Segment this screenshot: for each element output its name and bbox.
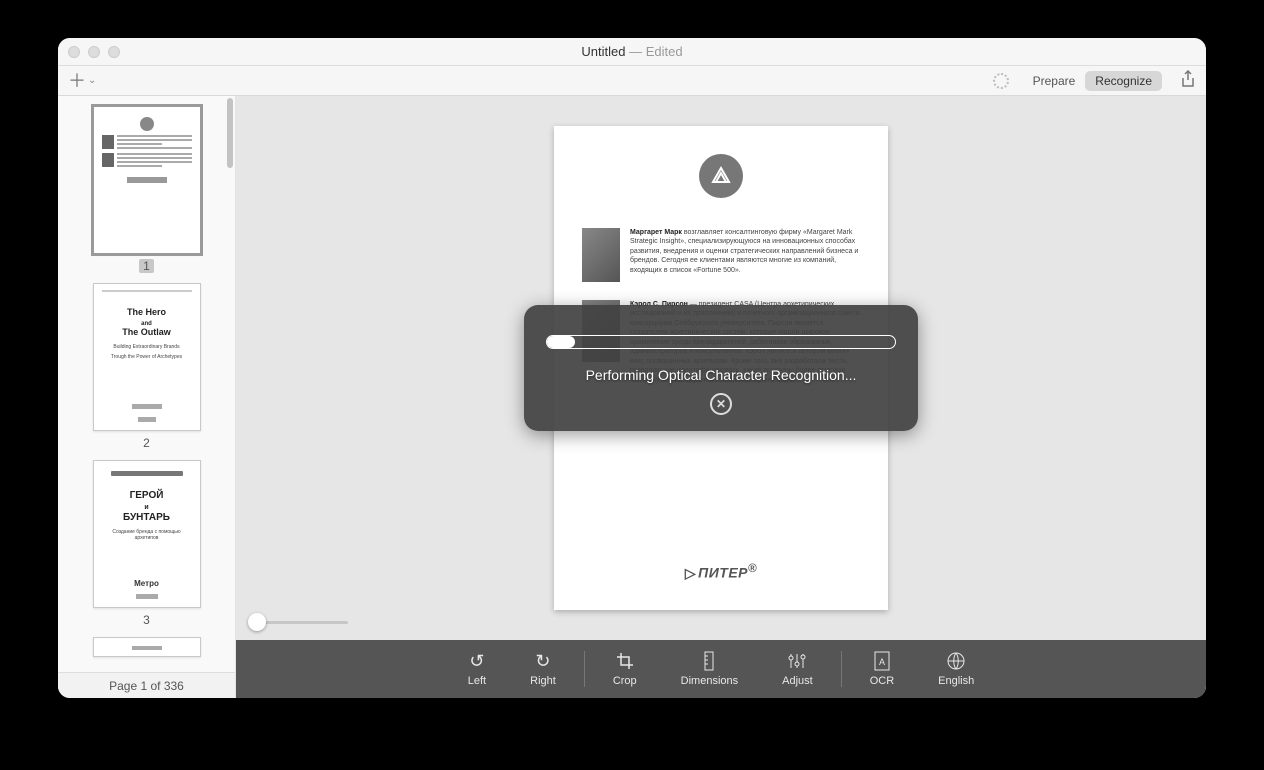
zoom-knob[interactable] [248,613,266,631]
close-icon: ✕ [716,397,726,411]
author-bio-text: Маргарет Марк возглавляет консалтинговую… [630,228,860,282]
thumbnail-page-number: 3 [139,613,154,627]
thumbnail-preview [93,106,201,254]
globe-icon [946,651,966,671]
thumbnail-preview: ГЕРОЙиБУНТАРЬ Создание бренда с помощью … [93,460,201,608]
editing-toolbar: ↺ Left ↻ Right Crop Dimensions [236,640,1206,698]
add-page-menu[interactable]: ＋ ⌄ [68,72,96,90]
mode-segmented-control: Prepare Recognize [1023,71,1162,91]
main-area: 1 The HeroandThe Outlaw Building Extraor… [58,96,1206,698]
plus-icon: ＋ [68,72,86,90]
document-status-sep: — [625,44,645,59]
page-thumbnail-4[interactable] [58,637,235,657]
publisher-wordmark: ПИТЕР® [685,562,757,582]
canvas[interactable]: Маргарет Марк возглавляет консалтинговую… [236,96,1206,640]
toolbar-divider [584,651,585,687]
page-thumbnail-2[interactable]: The HeroandThe Outlaw Building Extraordi… [58,283,235,450]
thumbnail-page-number: 2 [139,436,154,450]
document-title: Untitled [581,44,625,59]
toolbar: ＋ ⌄ Prepare Recognize [58,66,1206,96]
toolbar-divider [841,651,842,687]
rotate-left-icon: ↺ [469,651,484,671]
rotate-right-button[interactable]: ↻ Right [508,645,578,693]
progress-bar [546,335,896,349]
document-viewport: Маргарет Марк возглавляет консалтинговую… [236,96,1206,698]
publisher-logo-icon [699,154,743,198]
progress-fill [547,336,575,348]
share-button[interactable] [1180,70,1196,91]
rotate-left-button[interactable]: ↺ Left [446,645,508,693]
author-photo [582,228,620,282]
ocr-progress-dialog: Performing Optical Character Recognition… [524,305,918,431]
zoom-slider[interactable] [248,616,348,628]
adjust-button[interactable]: Adjust [760,645,835,693]
progress-message: Performing Optical Character Recognition… [586,367,857,383]
page-indicator: Page 1 of 336 [58,672,235,698]
minimize-window-button[interactable] [88,46,100,58]
titlebar: Untitled — Edited [58,38,1206,66]
recognize-mode-button[interactable]: Recognize [1085,71,1162,91]
ocr-button[interactable]: A OCR [848,645,916,693]
sliders-icon [787,651,807,671]
activity-spinner-icon [993,73,1009,89]
cancel-ocr-button[interactable]: ✕ [710,393,732,415]
dimensions-button[interactable]: Dimensions [659,645,760,693]
thumbnail-preview [93,637,201,657]
author-bio-1: Маргарет Марк возглавляет консалтинговую… [582,228,860,282]
thumbnails-list[interactable]: 1 The HeroandThe Outlaw Building Extraor… [58,96,235,672]
thumbnail-preview: The HeroandThe Outlaw Building Extraordi… [93,283,201,431]
svg-text:A: A [879,657,885,667]
ocr-icon: A [874,651,890,671]
window-controls [68,46,120,58]
ruler-icon [702,651,716,671]
prepare-mode-button[interactable]: Prepare [1023,71,1086,91]
language-button[interactable]: English [916,645,996,693]
thumbnail-page-number: 1 [139,259,154,273]
document-status: Edited [646,44,683,59]
thumbnails-sidebar: 1 The HeroandThe Outlaw Building Extraor… [58,96,236,698]
zoom-window-button[interactable] [108,46,120,58]
page-thumbnail-3[interactable]: ГЕРОЙиБУНТАРЬ Создание бренда с помощью … [58,460,235,627]
chevron-down-icon: ⌄ [88,75,96,86]
sidebar-scrollbar[interactable] [227,98,233,168]
app-window: Untitled — Edited ＋ ⌄ Prepare Recognize [58,38,1206,698]
crop-icon [616,651,634,671]
window-title: Untitled — Edited [581,44,682,59]
crop-button[interactable]: Crop [591,645,659,693]
close-window-button[interactable] [68,46,80,58]
page-thumbnail-1[interactable]: 1 [58,106,235,273]
rotate-right-icon: ↻ [535,651,550,671]
